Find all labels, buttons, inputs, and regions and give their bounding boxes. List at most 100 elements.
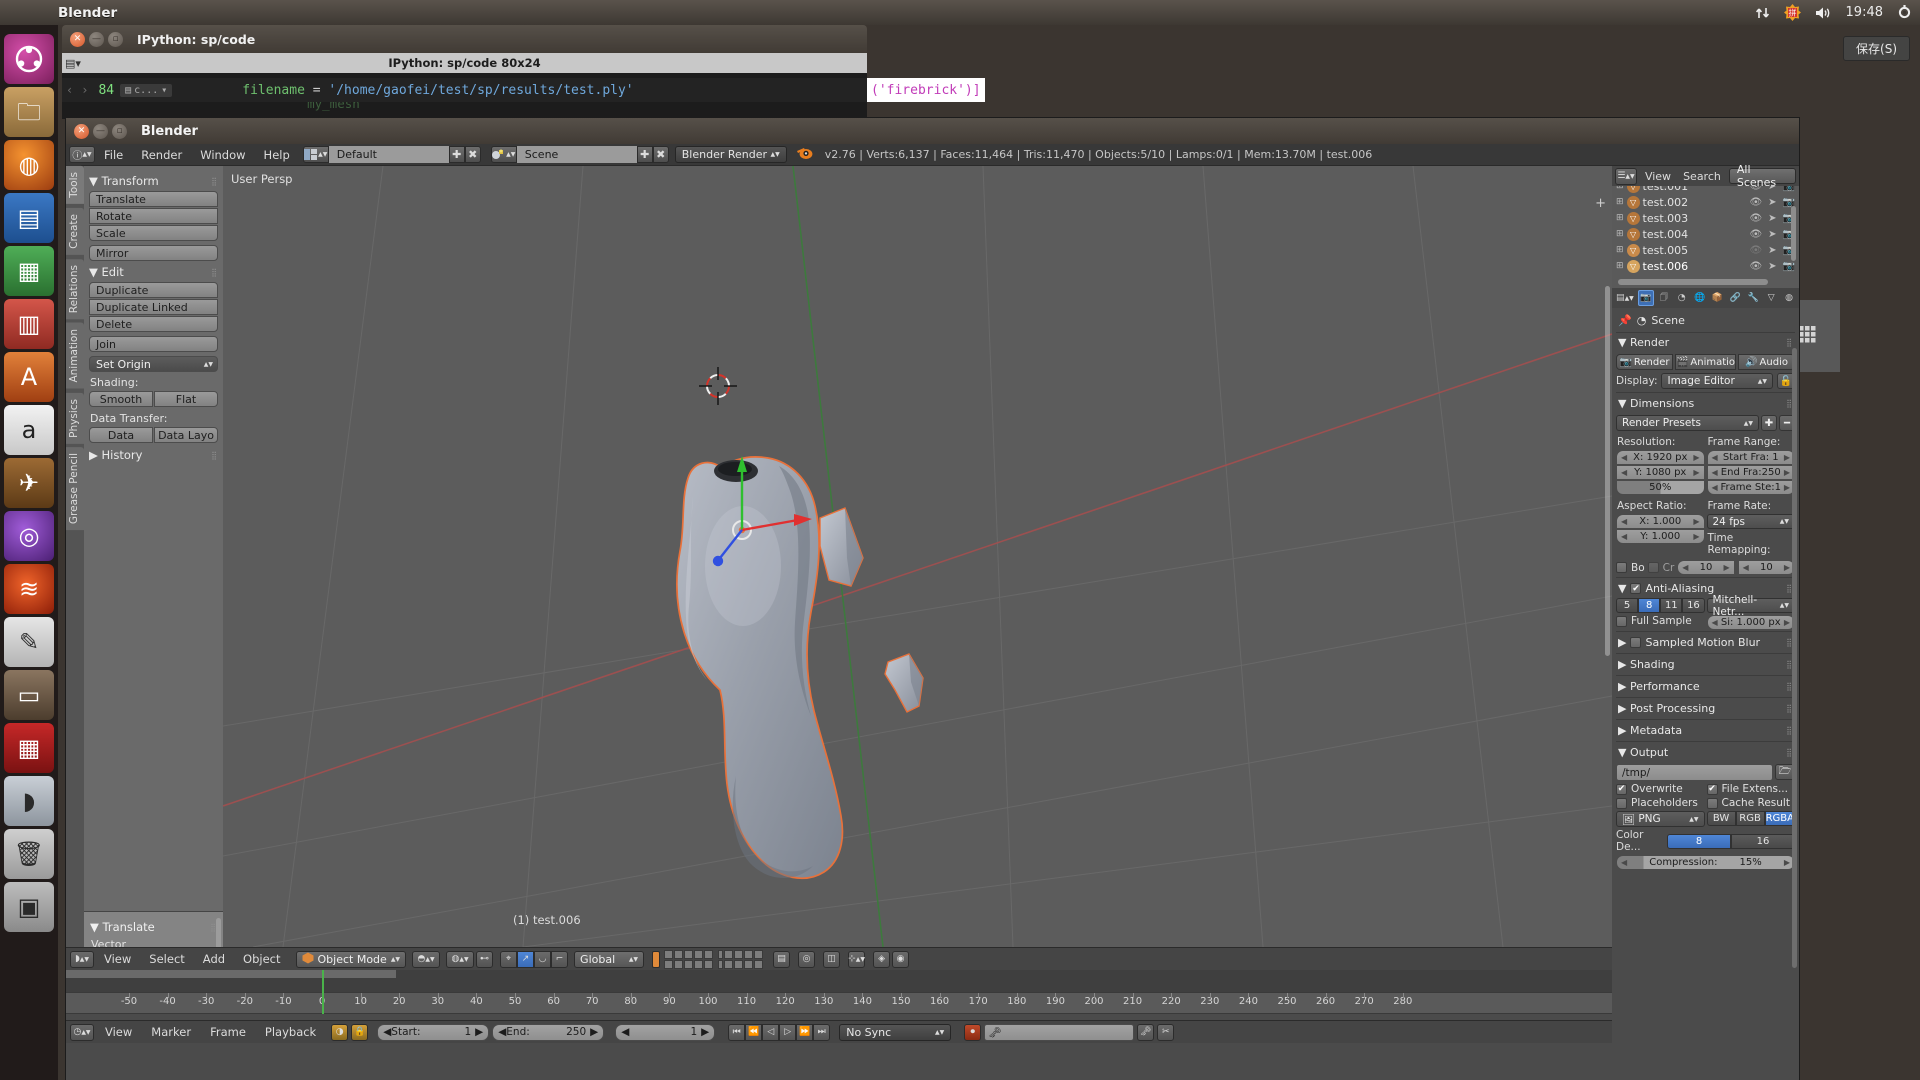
- decrement-icon[interactable]: ◀: [1621, 532, 1627, 541]
- render-section-header[interactable]: ▼ Render ⣿: [1616, 333, 1795, 352]
- tool-tab-grease-pencil[interactable]: Grease Pencil: [66, 447, 84, 531]
- editor-type-timeline-icon[interactable]: ◷ ▲▼: [70, 1023, 94, 1041]
- checkbox-icon[interactable]: [1616, 615, 1627, 627]
- outliner-header[interactable]: ☰ ▲▼ View Search All Scenes: [1612, 163, 1799, 189]
- edit-section-header[interactable]: ▼ Edit ⣿: [89, 265, 218, 279]
- checkbox-icon[interactable]: [1647, 562, 1659, 573]
- increment-icon[interactable]: ▶: [1784, 563, 1790, 572]
- placeholders-checkbox[interactable]: Placeholders: [1616, 797, 1705, 809]
- decrement-icon[interactable]: ◀: [1712, 483, 1718, 492]
- viewport-canvas[interactable]: [223, 166, 1612, 947]
- terminal-tab-row[interactable]: ▤▾ IPython: sp/code 80x24: [62, 53, 867, 73]
- increment-icon[interactable]: ▶: [1724, 563, 1730, 572]
- viewport-menu-select[interactable]: Select: [141, 952, 192, 966]
- color-mode-segmented[interactable]: BW RGB RGBA: [1706, 811, 1795, 827]
- shading-section-header[interactable]: ▶ Shading ⣿: [1616, 655, 1795, 674]
- launcher-item-files[interactable]: 🗀: [4, 87, 54, 137]
- viewport-expand-icon[interactable]: +: [1595, 196, 1606, 211]
- aa-samples-8[interactable]: 8: [1638, 598, 1661, 613]
- editor-type-info-icon[interactable]: ⓘ ▲▼: [69, 146, 95, 163]
- increment-icon[interactable]: ▶: [475, 1026, 483, 1038]
- translate-panel-header[interactable]: ▼ Translate ⣿: [90, 920, 217, 934]
- properties-tab-modifiers[interactable]: 🔧: [1745, 290, 1761, 306]
- tool-shelf[interactable]: Tools Create Relations Animation Physics…: [66, 166, 223, 1080]
- remap-new-field[interactable]: ◀ 10 ▶: [1737, 560, 1796, 575]
- editor-file-chip[interactable]: ▤ c... ▾: [120, 83, 173, 97]
- viewport-menu-view[interactable]: View: [96, 952, 139, 966]
- color-mode-rgb[interactable]: RGB: [1735, 811, 1765, 826]
- resolution-y-field[interactable]: ◀ Y: 1080 px ▶: [1616, 465, 1705, 480]
- auto-keyframe-icon[interactable]: ◑: [331, 1023, 349, 1041]
- outliner-row-test002[interactable]: ⊞ ▽ test.002 👁 ➤ 📷: [1612, 194, 1799, 210]
- launcher-item-writer[interactable]: ▤: [4, 193, 54, 243]
- decrement-icon[interactable]: ◀: [498, 1026, 506, 1038]
- properties-editor[interactable]: ▤ ▲▼ 📷 🗇 ◔ 🌐 📦 🔗 🔧 ▽ ◍ 📌 ◔ Scene ▼ Rende…: [1612, 288, 1799, 1080]
- increment-icon[interactable]: ▶: [1693, 532, 1699, 541]
- outliner-item-label[interactable]: test.002: [1643, 196, 1689, 209]
- current-frame-field[interactable]: ◀ 1 ▶: [615, 1023, 716, 1041]
- selectability-arrow-icon[interactable]: ➤: [1768, 213, 1776, 224]
- tool-mirror-button[interactable]: Mirror: [89, 245, 218, 261]
- jump-next-keyframe-icon[interactable]: ⏩: [796, 1023, 814, 1041]
- manipulator-toggle-group[interactable]: ⌖ ↗ ◡ ⌐: [500, 950, 569, 968]
- aspect-y-field[interactable]: ◀ Y: 1.000 ▶: [1616, 529, 1705, 544]
- post-processing-section-header[interactable]: ▶ Post Processing ⣿: [1616, 699, 1795, 718]
- tool-translate-button[interactable]: Translate: [89, 191, 218, 207]
- file-format-select[interactable]: 🖼 PNG ▲▼: [1616, 811, 1705, 827]
- jump-to-end-icon[interactable]: ⏭: [813, 1023, 831, 1041]
- increment-icon[interactable]: ▶: [1784, 858, 1790, 867]
- data-transfer-buttons[interactable]: Data Data Layo: [89, 427, 218, 444]
- system-gear-icon[interactable]: [1897, 5, 1912, 20]
- tool-rotate-button[interactable]: Rotate: [89, 208, 218, 224]
- launcher-item-amazon[interactable]: a: [4, 405, 54, 455]
- visibility-eye-icon[interactable]: 👁: [1749, 213, 1762, 224]
- manipulator-rotate-icon[interactable]: ◡: [534, 950, 552, 968]
- data-transfer-data-button[interactable]: Data: [89, 427, 153, 443]
- editor-overlay-strip[interactable]: ‹ › 84 ▤ c... ▾ filename = '/home/gaofei…: [62, 78, 867, 102]
- screen-layout-add-button[interactable]: ✚: [448, 146, 465, 163]
- outliner-row-toggles[interactable]: 👁 ➤ 📷: [1749, 245, 1795, 256]
- scene-icon[interactable]: ▲▼: [490, 146, 517, 163]
- snap-during-transform-icon[interactable]: ⊷: [476, 950, 494, 968]
- insert-keyframe-icon[interactable]: 🗝: [1137, 1023, 1155, 1041]
- terminal-maximize-icon[interactable]: ▫: [108, 31, 123, 47]
- launcher-item-ubuntu-dash[interactable]: [4, 34, 54, 84]
- aa-filter-select[interactable]: Mitchell-Netr... ▲▼: [1706, 594, 1795, 618]
- increment-icon[interactable]: ▶: [1784, 468, 1790, 477]
- compression-slider[interactable]: ◀ Compression: 15% ▶: [1616, 855, 1795, 870]
- outliner-menu-search[interactable]: Search: [1679, 170, 1725, 183]
- chevron-down-icon[interactable]: ▾: [161, 85, 167, 96]
- outliner-row-test004[interactable]: ⊞ ▽ test.004 👁 ➤ 📷: [1612, 226, 1799, 242]
- jump-prev-keyframe-icon[interactable]: ⏪: [745, 1023, 763, 1041]
- display-mode-select[interactable]: Image Editor ▲▼: [1661, 373, 1773, 389]
- launcher-item-impress[interactable]: ▥: [4, 299, 54, 349]
- outliner-display-mode-select[interactable]: All Scenes: [1728, 163, 1796, 189]
- selectability-arrow-icon[interactable]: ➤: [1768, 229, 1776, 240]
- outliner-editor[interactable]: ☰ ▲▼ View Search All Scenes ⊞ ▽ test.001 …: [1612, 163, 1799, 288]
- screen-layout-icon[interactable]: ▲▼: [302, 146, 329, 163]
- scene-delete-button[interactable]: ✖: [652, 146, 669, 163]
- expand-icon[interactable]: ⊞: [1616, 229, 1624, 239]
- color-mode-bw[interactable]: BW: [1706, 811, 1736, 826]
- tool-join-button[interactable]: Join: [89, 336, 218, 352]
- increment-icon[interactable]: ▶: [1784, 483, 1790, 492]
- tool-tab-animation[interactable]: Animation: [66, 323, 84, 389]
- expand-icon[interactable]: ⊞: [1616, 197, 1624, 207]
- proportional-edit-icon[interactable]: ◎: [798, 950, 816, 968]
- launcher-item-pycharm[interactable]: ▦: [4, 723, 54, 773]
- launcher-item-text-editor[interactable]: ✎: [4, 617, 54, 667]
- aa-samples-16[interactable]: 16: [1682, 598, 1705, 613]
- checkbox-icon[interactable]: [1616, 797, 1627, 809]
- playback-controls[interactable]: ⏮ ⏪ ◁ ▷ ⏩ ⏭: [728, 1023, 831, 1041]
- shading-smooth-button[interactable]: Smooth: [89, 391, 153, 407]
- selectability-arrow-icon[interactable]: ➤: [1768, 261, 1776, 272]
- 3d-viewport[interactable]: User Persp (1) test.006 +: [223, 166, 1612, 947]
- timeline-menu-frame[interactable]: Frame: [202, 1025, 254, 1039]
- launcher-item-audio-tool[interactable]: ≋: [4, 564, 54, 614]
- start-frame-field[interactable]: ◀ Start Fra: 1 ▶: [1706, 450, 1795, 465]
- outliner-item-label[interactable]: test.004: [1643, 228, 1689, 241]
- blender-window[interactable]: ✕ — ▫ Blender ⓘ ▲▼ File Render Window Hel…: [66, 118, 1799, 1080]
- tool-delete-button[interactable]: Delete: [89, 316, 218, 332]
- properties-vertical-scrollbar[interactable]: [1792, 348, 1797, 968]
- launcher-item-blender[interactable]: ◗: [4, 776, 54, 826]
